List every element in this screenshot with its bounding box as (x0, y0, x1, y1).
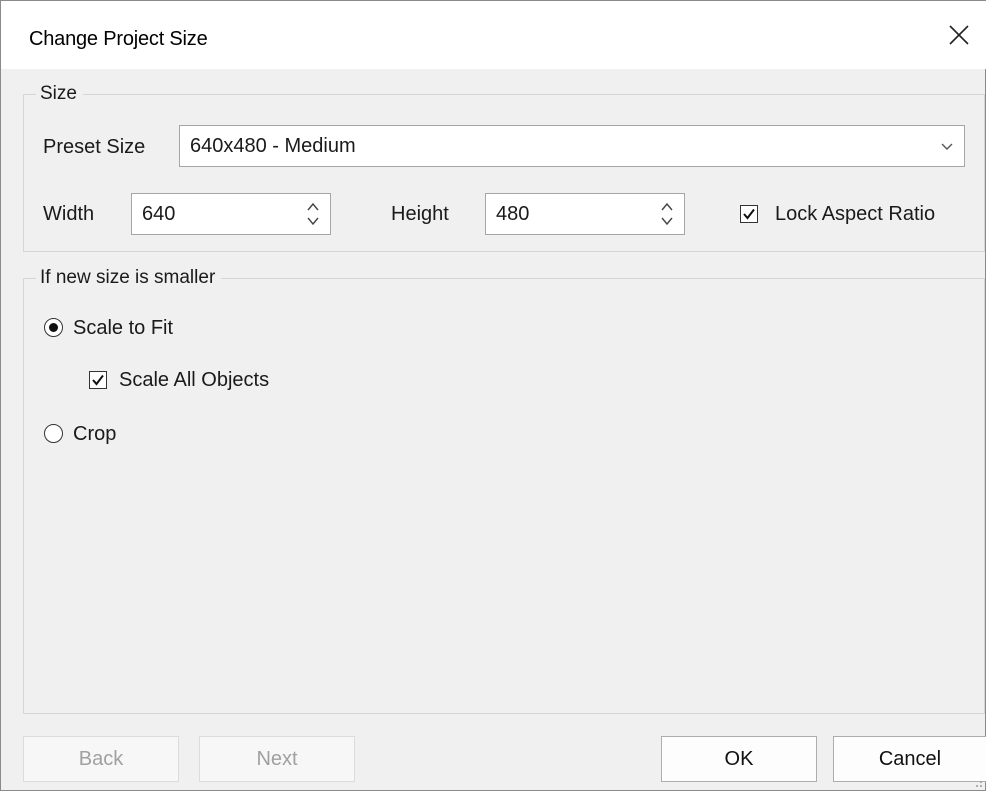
height-value: 480 (496, 203, 530, 225)
lock-aspect-ratio-label[interactable]: Lock Aspect Ratio (775, 203, 935, 226)
checkmark-icon (92, 374, 104, 386)
preset-size-value: 640x480 - Medium (190, 135, 356, 157)
width-label: Width (43, 203, 95, 225)
change-project-size-dialog: Change Project Size Size Preset Size 640… (0, 0, 986, 791)
width-value: 640 (142, 203, 176, 225)
height-label: Height (391, 203, 449, 225)
checkmark-icon (743, 208, 755, 220)
back-button[interactable]: Back (23, 736, 179, 782)
resize-grip-icon[interactable] (973, 778, 983, 788)
title-bar: Change Project Size (1, 1, 986, 69)
scale-to-fit-label[interactable]: Scale to Fit (73, 317, 173, 340)
scale-to-fit-radio[interactable] (44, 318, 63, 337)
spin-arrows-icon[interactable] (658, 198, 676, 230)
spin-arrows-icon[interactable] (304, 198, 322, 230)
close-icon (949, 25, 969, 45)
close-button[interactable] (931, 1, 986, 69)
ok-button[interactable]: OK (661, 736, 817, 782)
height-spinbox[interactable]: 480 (485, 193, 685, 235)
size-group-legend: Size (40, 83, 77, 104)
width-spinbox[interactable]: 640 (131, 193, 331, 235)
crop-radio[interactable] (44, 424, 63, 443)
lock-aspect-ratio-checkbox[interactable] (740, 205, 758, 223)
smaller-size-group-legend: If new size is smaller (40, 267, 216, 288)
crop-label[interactable]: Crop (73, 423, 116, 446)
preset-size-dropdown[interactable]: 640x480 - Medium (179, 125, 965, 167)
scale-all-objects-checkbox[interactable] (89, 371, 107, 389)
scale-all-objects-label[interactable]: Scale All Objects (119, 369, 269, 392)
preset-size-label: Preset Size (43, 136, 146, 158)
window-title: Change Project Size (29, 28, 208, 50)
chevron-down-icon (941, 143, 953, 150)
cancel-button[interactable]: Cancel (833, 736, 986, 782)
radio-selected-dot (49, 323, 58, 332)
next-button[interactable]: Next (199, 736, 355, 782)
